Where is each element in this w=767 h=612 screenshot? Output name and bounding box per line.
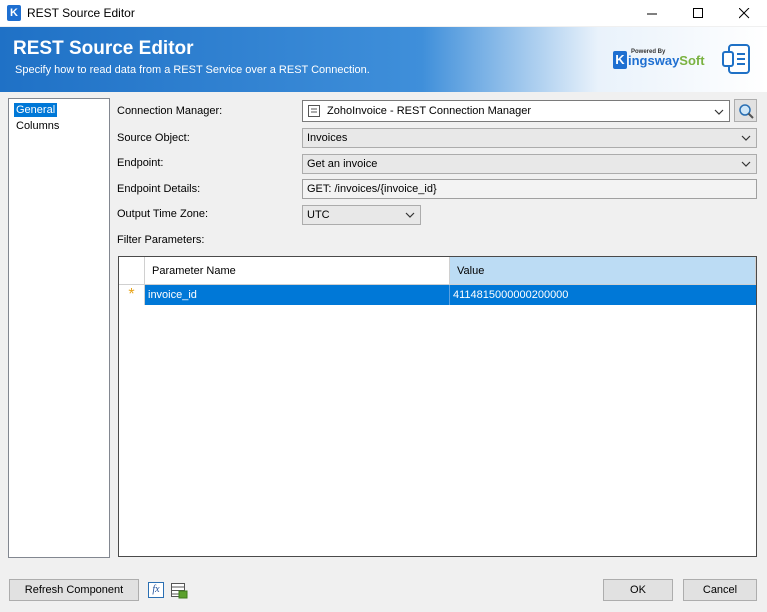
connection-icon (308, 105, 320, 117)
magnifier-icon (738, 103, 754, 119)
maximize-icon (692, 7, 703, 18)
source-object-value: Invoices (307, 132, 348, 144)
endpoint-details-field[interactable]: GET: /invoices/{invoice_id} (302, 179, 757, 199)
variables-button[interactable] (170, 582, 188, 602)
close-button[interactable] (721, 0, 767, 26)
chevron-down-icon (741, 135, 751, 141)
new-row-marker[interactable]: * (119, 285, 145, 305)
output-time-zone-select[interactable]: UTC (302, 205, 421, 225)
column-header-parameter-name[interactable]: Parameter Name (145, 257, 450, 285)
page-nav: General Columns (8, 98, 110, 558)
maximize-button[interactable] (675, 0, 721, 26)
kingswaysoft-logo: ingswaySoft (628, 53, 705, 68)
endpoint-value: Get an invoice (307, 158, 378, 170)
document-icon (720, 42, 754, 79)
chevron-down-icon (741, 161, 751, 167)
filter-parameters-grid[interactable]: Parameter Name Value * invoice_id 411481… (118, 256, 757, 557)
cell-parameter-value[interactable]: 4114815000000200000 (450, 285, 756, 305)
refresh-component-button[interactable]: Refresh Component (9, 579, 139, 601)
cell-parameter-name[interactable]: invoice_id (145, 285, 450, 305)
app-icon: K (7, 5, 21, 21)
ok-button[interactable]: OK (603, 579, 673, 601)
expression-fx-button[interactable]: fx (148, 582, 164, 598)
minimize-button[interactable] (629, 0, 675, 26)
connection-manager-select[interactable]: ZohoInvoice - REST Connection Manager (302, 100, 730, 122)
source-object-select[interactable]: Invoices (302, 128, 757, 148)
close-icon (738, 7, 749, 18)
nav-item-columns[interactable]: Columns (14, 119, 61, 133)
endpoint-label: Endpoint: (117, 157, 164, 169)
grid-table-icon (171, 583, 188, 599)
chevron-down-icon (405, 212, 415, 218)
filter-parameters-label: Filter Parameters: (117, 234, 205, 246)
cancel-button[interactable]: Cancel (683, 579, 757, 601)
endpoint-details-label: Endpoint Details: (117, 183, 201, 195)
column-header-value[interactable]: Value (450, 257, 756, 285)
source-object-label: Source Object: (117, 132, 190, 144)
connection-manager-value: ZohoInvoice - REST Connection Manager (327, 105, 532, 117)
endpoint-details-value: GET: /invoices/{invoice_id} (307, 183, 437, 195)
kingswaysoft-logo-mark: K (613, 51, 627, 69)
minimize-icon (646, 13, 657, 14)
nav-item-general[interactable]: General (14, 103, 58, 117)
browse-connection-button[interactable] (734, 99, 757, 122)
endpoint-select[interactable]: Get an invoice (302, 154, 757, 174)
output-time-zone-label: Output Time Zone: (117, 208, 209, 220)
banner-subtitle: Specify how to read data from a REST Ser… (15, 64, 370, 76)
logo-ingsway: ingsway (628, 53, 680, 68)
grid-corner-header (119, 257, 145, 285)
banner-title: REST Source Editor (13, 38, 194, 59)
output-time-zone-value: UTC (307, 209, 330, 221)
chevron-down-icon (714, 109, 724, 115)
connection-manager-label: Connection Manager: (117, 105, 223, 117)
logo-soft: Soft (679, 53, 705, 68)
window-title: REST Source Editor (27, 6, 135, 20)
